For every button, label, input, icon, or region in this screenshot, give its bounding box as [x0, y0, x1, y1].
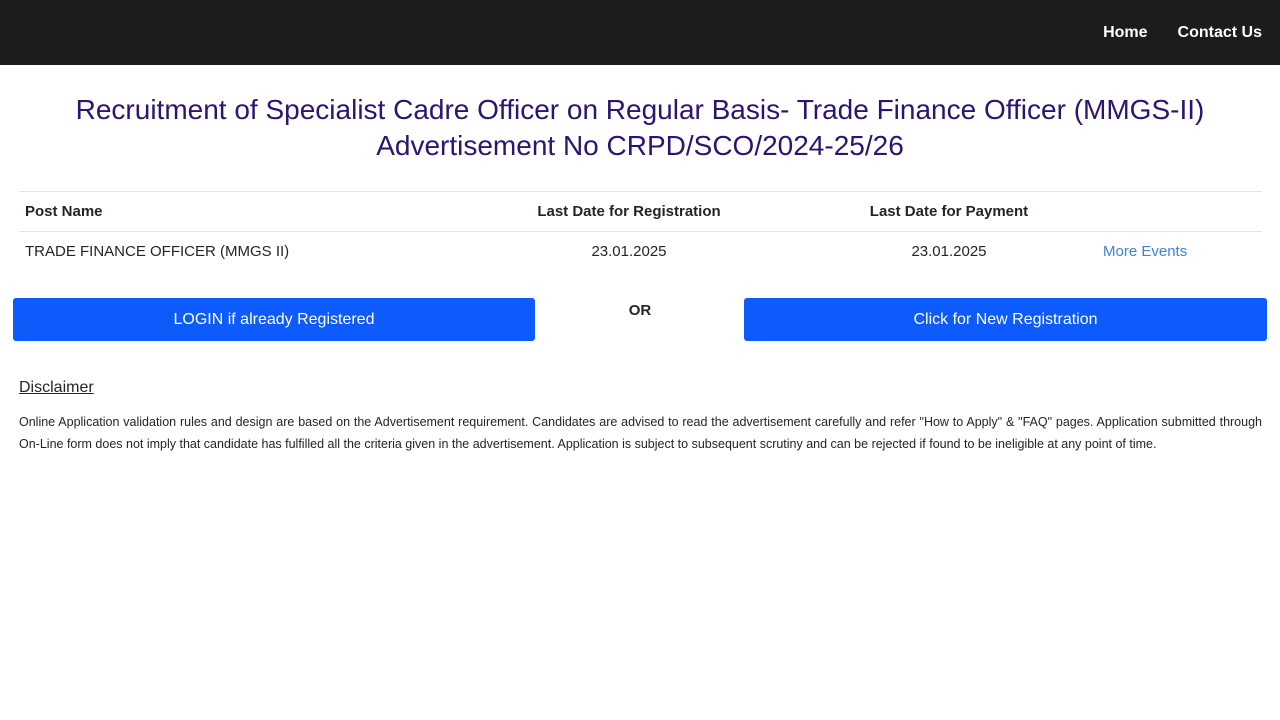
page-title-line2: Advertisement No CRPD/SCO/2024-25/26: [376, 130, 904, 161]
table-header-row: Post Name Last Date for Registration Las…: [19, 192, 1262, 232]
nav-home-link[interactable]: Home: [1103, 24, 1147, 42]
more-events-link[interactable]: More Events: [1103, 232, 1187, 272]
payment-date-cell: 23.01.2025: [911, 243, 987, 260]
post-table: Post Name Last Date for Registration Las…: [19, 191, 1262, 272]
disclaimer-text: Online Application validation rules and …: [19, 415, 1262, 451]
or-separator: OR: [628, 302, 652, 319]
disclaimer-heading: Disclaimer: [19, 379, 94, 396]
page-title: Recruitment of Specialist Cadre Officer …: [0, 92, 1280, 164]
top-navbar: Home Contact Us: [0, 0, 1280, 65]
new-registration-button[interactable]: Click for New Registration: [744, 298, 1267, 341]
nav-contact-link[interactable]: Contact Us: [1178, 24, 1262, 42]
table-row: TRADE FINANCE OFFICER (MMGS II) 23.01.20…: [19, 232, 1262, 272]
column-header-payment-date: Last Date for Payment: [869, 203, 1029, 220]
column-header-post-name: Post Name: [25, 203, 103, 220]
login-button[interactable]: LOGIN if already Registered: [13, 298, 535, 341]
page-title-line1: Recruitment of Specialist Cadre Officer …: [75, 94, 1205, 125]
registration-date-cell: 23.01.2025: [591, 243, 667, 260]
post-name-cell: TRADE FINANCE OFFICER (MMGS II): [25, 243, 290, 260]
column-header-registration-date: Last Date for Registration: [537, 203, 721, 220]
